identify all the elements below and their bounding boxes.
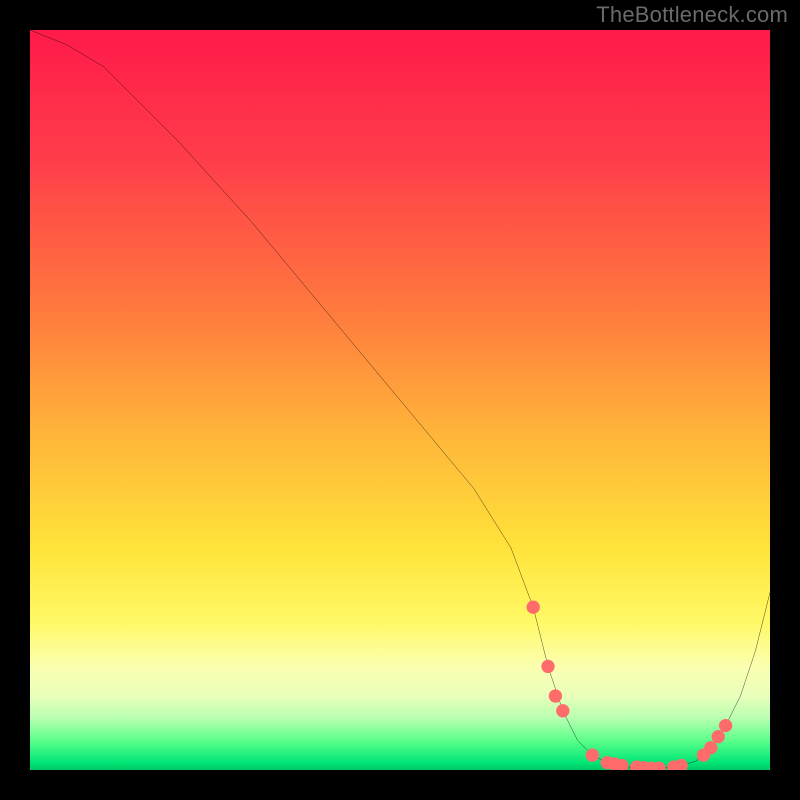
- curve-marker: [549, 689, 562, 702]
- chart-frame: TheBottleneck.com: [0, 0, 800, 800]
- marker-group: [527, 601, 733, 770]
- curve-marker: [675, 759, 688, 770]
- curve-marker: [541, 660, 554, 673]
- curve-marker: [719, 719, 732, 732]
- bottleneck-curve-line: [30, 30, 770, 769]
- watermark-text: TheBottleneck.com: [596, 2, 788, 28]
- curve-marker: [527, 601, 540, 614]
- curve-marker: [556, 704, 569, 717]
- curve-marker: [704, 741, 717, 754]
- curve-marker: [586, 749, 599, 762]
- curve-marker: [712, 730, 725, 743]
- chart-svg: [30, 30, 770, 770]
